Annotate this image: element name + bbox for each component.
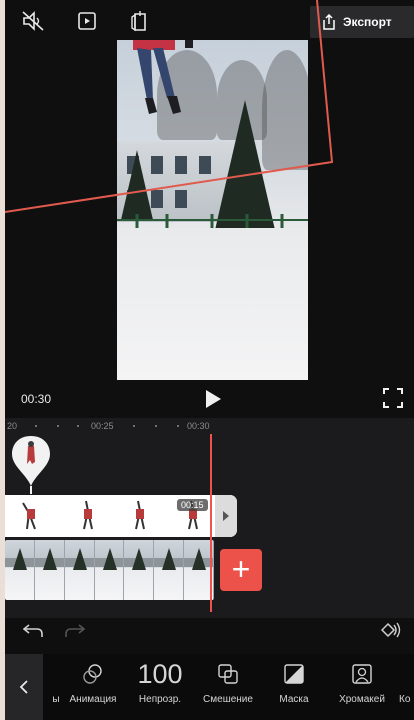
overlay-thumb (110, 495, 163, 537)
no-sound-icon[interactable] (21, 10, 45, 32)
fullscreen-icon[interactable] (383, 388, 403, 408)
export-label: Экспорт (343, 15, 392, 29)
tool-label: Анимация (69, 694, 117, 705)
add-clip-button[interactable]: + (220, 549, 262, 591)
ruler-label: 20 (7, 421, 18, 431)
animation-icon (83, 664, 102, 684)
window (199, 156, 211, 174)
tool-partial-left[interactable]: ы (49, 654, 63, 720)
pine-tree (121, 150, 153, 220)
ruler-label: 00:25 (91, 421, 114, 431)
bottom-toolbar: ы Анимация 100 Непрозр. Смешение Маска Х… (5, 654, 414, 720)
video-thumb (124, 540, 155, 600)
tool-label: Непрозр. (138, 694, 182, 705)
playhead[interactable] (210, 434, 212, 612)
ruler-dot (77, 425, 79, 427)
chevron-left-icon (19, 680, 28, 694)
main-video-clip[interactable] (5, 540, 214, 600)
video-editor: Экспорт 00:30 20 00:25 00:30 00:15 + ы А… (5, 0, 414, 720)
play-window-icon[interactable] (75, 10, 99, 32)
video-preview[interactable] (117, 40, 308, 380)
tool-chroma-key[interactable]: Хромакей (329, 654, 395, 720)
tool-label: Ко (399, 694, 411, 705)
timeline[interactable]: 20 00:25 00:30 00:15 + (5, 418, 414, 618)
tool-label: ы (52, 694, 60, 705)
blend-icon (218, 664, 238, 684)
tool-partial-right[interactable]: Ко (399, 654, 414, 720)
ruler-dot (35, 425, 37, 427)
ruler-dot (177, 425, 179, 427)
undo-icon[interactable] (23, 624, 43, 638)
pine-tree (215, 100, 275, 230)
ruler-dot (57, 425, 59, 427)
video-thumb (64, 540, 95, 600)
top-bar: Экспорт (5, 0, 414, 40)
keyframe-icon[interactable] (379, 620, 403, 640)
ruler-dot (155, 425, 157, 427)
redo-icon[interactable] (65, 624, 85, 638)
opacity-value: 100 (137, 658, 183, 689)
jumper-figure (133, 40, 193, 114)
time-ruler: 20 00:25 00:30 (5, 418, 414, 434)
overlay-clip-duration: 00:15 (177, 499, 208, 511)
video-thumb (5, 540, 35, 600)
video-thumb (154, 540, 185, 600)
tool-mask[interactable]: Маска (269, 654, 319, 720)
window (175, 190, 187, 208)
share-icon (323, 14, 335, 30)
overlay-thumb (5, 495, 58, 537)
tool-opacity[interactable]: 100 Непрозр. (129, 654, 191, 720)
plus-icon: + (231, 551, 251, 587)
export-button[interactable]: Экспорт (310, 6, 414, 38)
ruler-dot (133, 425, 135, 427)
tool-label: Смешение (203, 694, 253, 705)
mask-icon (284, 664, 304, 684)
copy-icon[interactable] (127, 10, 151, 32)
overlay-clip[interactable]: 00:15 (5, 495, 237, 537)
video-thumb (34, 540, 65, 600)
audio-pin[interactable] (10, 434, 52, 494)
ruler-label: 00:30 (187, 421, 210, 431)
chroma-key-icon (352, 664, 372, 684)
current-time: 00:30 (21, 392, 52, 406)
play-icon[interactable] (203, 388, 223, 410)
chevron-right-icon (223, 511, 229, 521)
window (175, 156, 187, 174)
tool-label: Маска (279, 694, 309, 705)
tool-label: Хромакей (339, 694, 385, 705)
tool-animation[interactable]: Анимация (63, 654, 123, 720)
back-button[interactable] (5, 654, 43, 720)
snow-ground (117, 228, 308, 380)
overlay-thumb (58, 495, 111, 537)
video-thumb (94, 540, 125, 600)
tool-blend[interactable]: Смешение (195, 654, 261, 720)
trim-handle[interactable] (215, 495, 237, 537)
